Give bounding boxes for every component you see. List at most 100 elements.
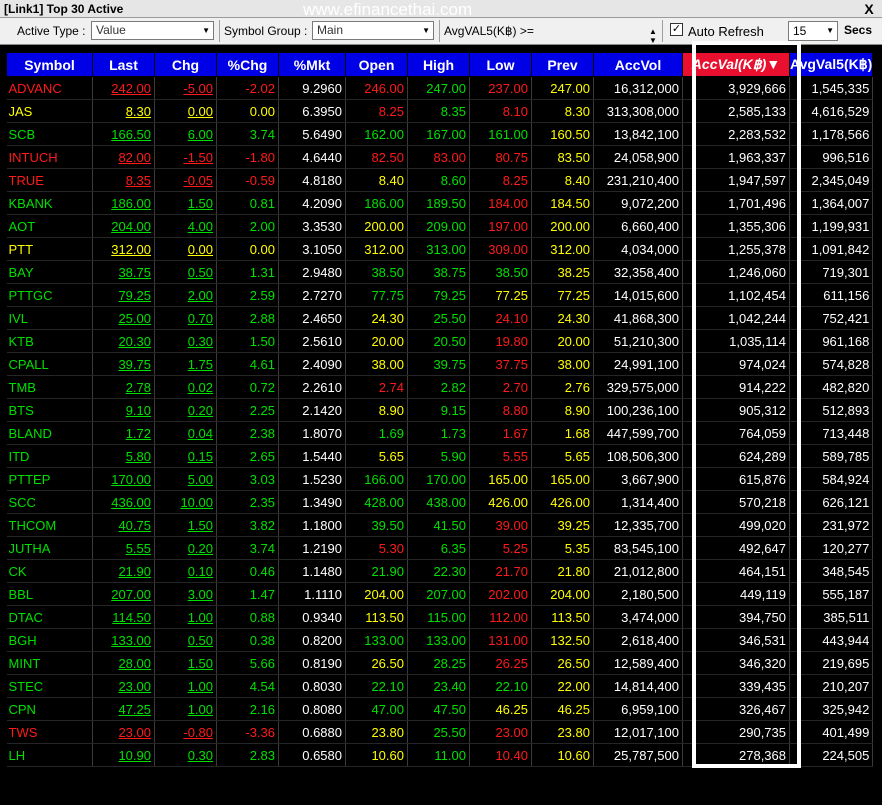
table-row[interactable]: TMB 2.78 0.02 0.72 2.2610 2.74 2.82 2.70 2.76 329… [6, 375, 874, 399]
table-row[interactable]: PTTGC 79.25 2.00 2.59 2.7270 77.75 79.25 77.25 7… [6, 283, 874, 307]
cell-symbol[interactable]: BAY [6, 260, 93, 284]
cell-chg[interactable]: 3.00 [154, 582, 217, 606]
cell-last[interactable]: 82.00 [92, 145, 155, 169]
close-button[interactable]: X [860, 1, 878, 17]
table-row[interactable]: JAS 8.30 0.00 0.00 6.3950 8.25 8.35 8.10 8.30 313… [6, 99, 874, 123]
cell-symbol[interactable]: BBL [6, 582, 93, 606]
cell-last[interactable]: 186.00 [92, 191, 155, 215]
cell-last[interactable]: 207.00 [92, 582, 155, 606]
cell-last[interactable]: 28.00 [92, 651, 155, 675]
cell-chg[interactable]: -0.80 [154, 720, 217, 744]
cell-last[interactable]: 170.00 [92, 467, 155, 491]
cell-chg[interactable]: 0.04 [154, 421, 217, 445]
cell-chg[interactable]: -1.50 [154, 145, 217, 169]
cell-chg[interactable]: 1.00 [154, 605, 217, 629]
cell-chg[interactable]: 6.00 [154, 122, 217, 146]
cell-chg[interactable]: 0.10 [154, 559, 217, 583]
cell-symbol[interactable]: LH [6, 743, 93, 767]
cell-chg[interactable]: 1.00 [154, 697, 217, 721]
cell-last[interactable]: 8.30 [92, 99, 155, 123]
cell-chg[interactable]: 1.75 [154, 352, 217, 376]
cell-chg[interactable]: 0.30 [154, 329, 217, 353]
cell-symbol[interactable]: INTUCH [6, 145, 93, 169]
column-header-pct-chg[interactable]: %Chg [216, 52, 279, 77]
cell-symbol[interactable]: TRUE [6, 168, 93, 192]
table-row[interactable]: PTTEP 170.00 5.00 3.03 1.5230 166.00 170.00 165… [6, 467, 874, 491]
cell-symbol[interactable]: MINT [6, 651, 93, 675]
cell-chg[interactable]: 0.50 [154, 260, 217, 284]
active-type-select[interactable]: Value ▼ [91, 21, 214, 40]
cell-chg[interactable]: 1.50 [154, 651, 217, 675]
cell-symbol[interactable]: BLAND [6, 421, 93, 445]
table-row[interactable]: BBL 207.00 3.00 1.47 1.1110 204.00 207.00 202.0… [6, 582, 874, 606]
cell-last[interactable]: 38.75 [92, 260, 155, 284]
table-row[interactable]: LH 10.90 0.30 2.83 0.6580 10.60 11.00 10.40 10.6… [6, 743, 874, 767]
cell-symbol[interactable]: BTS [6, 398, 93, 422]
cell-last[interactable]: 5.55 [92, 536, 155, 560]
column-header-last[interactable]: Last [92, 52, 155, 77]
cell-last[interactable]: 242.00 [92, 76, 155, 100]
table-row[interactable]: BTS 9.10 0.20 2.25 2.1420 8.90 9.15 8.80 8.90 100… [6, 398, 874, 422]
refresh-interval-select[interactable]: 15 ▼ [788, 21, 838, 41]
auto-refresh-checkbox[interactable]: ✓ [670, 23, 683, 36]
symbol-group-select[interactable]: Main ▼ [312, 21, 434, 40]
cell-last[interactable]: 25.00 [92, 306, 155, 330]
column-header-high[interactable]: High [407, 52, 470, 77]
cell-symbol[interactable]: SCB [6, 122, 93, 146]
cell-last[interactable]: 23.00 [92, 720, 155, 744]
cell-symbol[interactable]: BGH [6, 628, 93, 652]
cell-last[interactable]: 23.00 [92, 674, 155, 698]
table-row[interactable]: BGH 133.00 0.50 0.38 0.8200 133.00 133.00 131.0… [6, 628, 874, 652]
cell-last[interactable]: 9.10 [92, 398, 155, 422]
cell-chg[interactable]: 10.00 [154, 490, 217, 514]
table-row[interactable]: ITD 5.80 0.15 2.65 1.5440 5.65 5.90 5.55 5.65 108… [6, 444, 874, 468]
cell-last[interactable]: 47.25 [92, 697, 155, 721]
column-header-accval-sorted[interactable]: AccVal(K฿)▼ [682, 52, 790, 77]
cell-chg[interactable]: 2.00 [154, 283, 217, 307]
cell-last[interactable]: 79.25 [92, 283, 155, 307]
cell-symbol[interactable]: AOT [6, 214, 93, 238]
cell-chg[interactable]: 1.50 [154, 191, 217, 215]
cell-last[interactable]: 204.00 [92, 214, 155, 238]
cell-symbol[interactable]: JAS [6, 99, 93, 123]
table-row[interactable]: STEC 23.00 1.00 4.54 0.8030 22.10 23.40 22.10 22… [6, 674, 874, 698]
cell-symbol[interactable]: PTTEP [6, 467, 93, 491]
cell-last[interactable]: 312.00 [92, 237, 155, 261]
table-row[interactable]: MINT 28.00 1.50 5.66 0.8190 26.50 28.25 26.25 26… [6, 651, 874, 675]
column-header-accvol[interactable]: AccVol [593, 52, 683, 77]
cell-chg[interactable]: 0.20 [154, 398, 217, 422]
cell-symbol[interactable]: CPALL [6, 352, 93, 376]
cell-last[interactable]: 21.90 [92, 559, 155, 583]
cell-chg[interactable]: 0.00 [154, 237, 217, 261]
cell-chg[interactable]: -5.00 [154, 76, 217, 100]
cell-symbol[interactable]: CPN [6, 697, 93, 721]
cell-symbol[interactable]: TWS [6, 720, 93, 744]
table-row[interactable]: SCC 436.00 10.00 2.35 1.3490 428.00 438.00 426.… [6, 490, 874, 514]
cell-symbol[interactable]: JUTHA [6, 536, 93, 560]
cell-chg[interactable]: 0.20 [154, 536, 217, 560]
table-row[interactable]: TWS 23.00 -0.80 -3.36 0.6880 23.80 25.50 23.00 2… [6, 720, 874, 744]
cell-symbol[interactable]: ITD [6, 444, 93, 468]
column-header-pct-mkt[interactable]: %Mkt [278, 52, 346, 77]
cell-chg[interactable]: 0.02 [154, 375, 217, 399]
cell-symbol[interactable]: THCOM [6, 513, 93, 537]
cell-symbol[interactable]: STEC [6, 674, 93, 698]
column-header-low[interactable]: Low [469, 52, 532, 77]
cell-symbol[interactable]: ADVANC [6, 76, 93, 100]
table-row[interactable]: TRUE 8.35 -0.05 -0.59 4.8180 8.40 8.60 8.25 8.40… [6, 168, 874, 192]
table-row[interactable]: IVL 25.00 0.70 2.88 2.4650 24.30 25.50 24.10 24.… [6, 306, 874, 330]
cell-last[interactable]: 40.75 [92, 513, 155, 537]
cell-symbol[interactable]: TMB [6, 375, 93, 399]
table-row[interactable]: AOT 204.00 4.00 2.00 3.3530 200.00 209.00 197.0… [6, 214, 874, 238]
cell-last[interactable]: 436.00 [92, 490, 155, 514]
cell-symbol[interactable]: SCC [6, 490, 93, 514]
cell-chg[interactable]: 4.00 [154, 214, 217, 238]
cell-last[interactable]: 2.78 [92, 375, 155, 399]
table-row[interactable]: PTT 312.00 0.00 0.00 3.1050 312.00 313.00 309.0… [6, 237, 874, 261]
scroll-arrows-icon[interactable]: ▲ ▼ [649, 27, 657, 45]
cell-symbol[interactable]: DTAC [6, 605, 93, 629]
column-header-prev[interactable]: Prev [531, 52, 594, 77]
table-row[interactable]: CK 21.90 0.10 0.46 1.1480 21.90 22.30 21.70 21.8… [6, 559, 874, 583]
cell-symbol[interactable]: KBANK [6, 191, 93, 215]
cell-chg[interactable]: 0.50 [154, 628, 217, 652]
